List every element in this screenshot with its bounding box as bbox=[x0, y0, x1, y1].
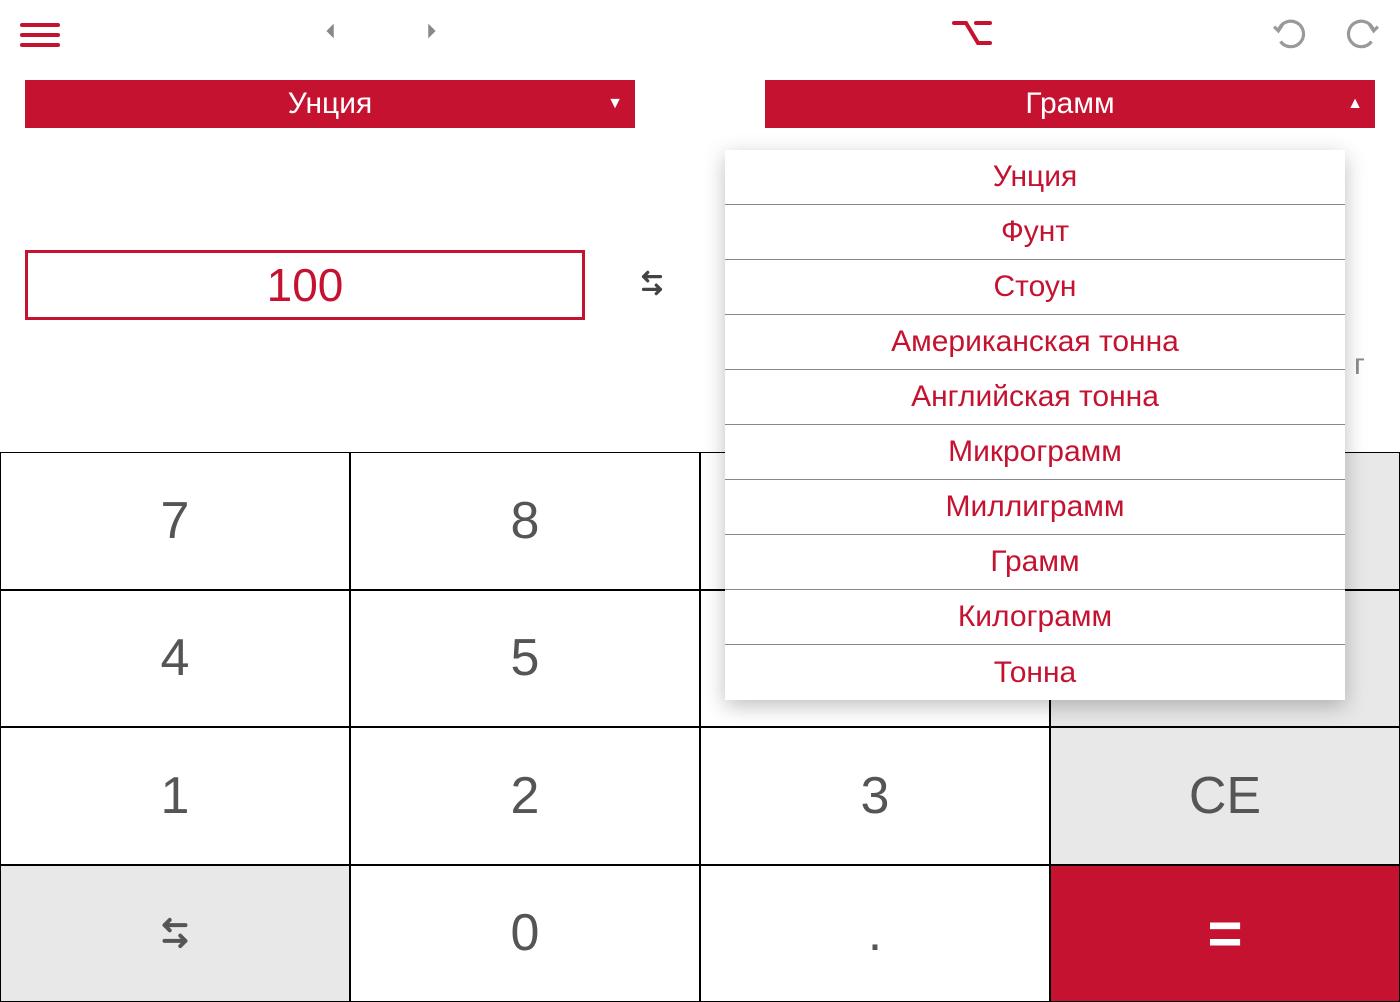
dropdown-item[interactable]: Микрограмм bbox=[725, 425, 1345, 480]
dropdown-item[interactable]: Миллиграмм bbox=[725, 480, 1345, 535]
key-2[interactable]: 2 bbox=[350, 727, 700, 865]
swap-button[interactable] bbox=[635, 266, 669, 305]
key-swap[interactable] bbox=[0, 865, 350, 1002]
key-decimal[interactable]: . bbox=[700, 865, 1050, 1002]
from-unit-label: Унция bbox=[288, 87, 372, 121]
dropdown-item[interactable]: Тонна bbox=[725, 645, 1345, 700]
option-key-icon[interactable] bbox=[952, 14, 992, 56]
from-unit-select[interactable]: Унция ▼ bbox=[25, 80, 635, 128]
key-equals[interactable]: = bbox=[1050, 865, 1400, 1002]
key-ce[interactable]: CE bbox=[1050, 727, 1400, 865]
dropdown-item[interactable]: Килограмм bbox=[725, 590, 1345, 645]
to-unit-label: Грамм bbox=[1025, 87, 1114, 121]
nav-next-button[interactable] bbox=[420, 20, 450, 50]
key-5[interactable]: 5 bbox=[350, 590, 700, 728]
dropdown-item[interactable]: Американская тонна bbox=[725, 315, 1345, 370]
chevron-down-icon: ▼ bbox=[607, 95, 623, 113]
dropdown-item[interactable]: Английская тонна bbox=[725, 370, 1345, 425]
key-0[interactable]: 0 bbox=[350, 865, 700, 1002]
chevron-up-icon: ▲ bbox=[1347, 95, 1363, 113]
dropdown-item[interactable]: Унция bbox=[725, 150, 1345, 205]
key-4[interactable]: 4 bbox=[0, 590, 350, 728]
key-8[interactable]: 8 bbox=[350, 452, 700, 590]
menu-icon[interactable] bbox=[20, 23, 60, 47]
redo-button[interactable] bbox=[1346, 16, 1380, 55]
input-value-field[interactable] bbox=[25, 250, 585, 320]
key-1[interactable]: 1 bbox=[0, 727, 350, 865]
dropdown-item[interactable]: Фунт bbox=[725, 205, 1345, 260]
to-unit-select[interactable]: Грамм ▲ bbox=[765, 80, 1375, 128]
unit-selectors: Унция ▼ Грамм ▲ Унция Фунт Стоун Америка… bbox=[0, 70, 1400, 128]
key-7[interactable]: 7 bbox=[0, 452, 350, 590]
undo-button[interactable] bbox=[1272, 16, 1306, 55]
dropdown-item[interactable]: Грамм bbox=[725, 535, 1345, 590]
toolbar bbox=[0, 0, 1400, 70]
dropdown-item[interactable]: Стоун bbox=[725, 260, 1345, 315]
key-3[interactable]: 3 bbox=[700, 727, 1050, 865]
nav-prev-button[interactable] bbox=[320, 20, 350, 50]
to-unit-dropdown: Унция Фунт Стоун Американская тонна Англ… bbox=[725, 150, 1345, 700]
